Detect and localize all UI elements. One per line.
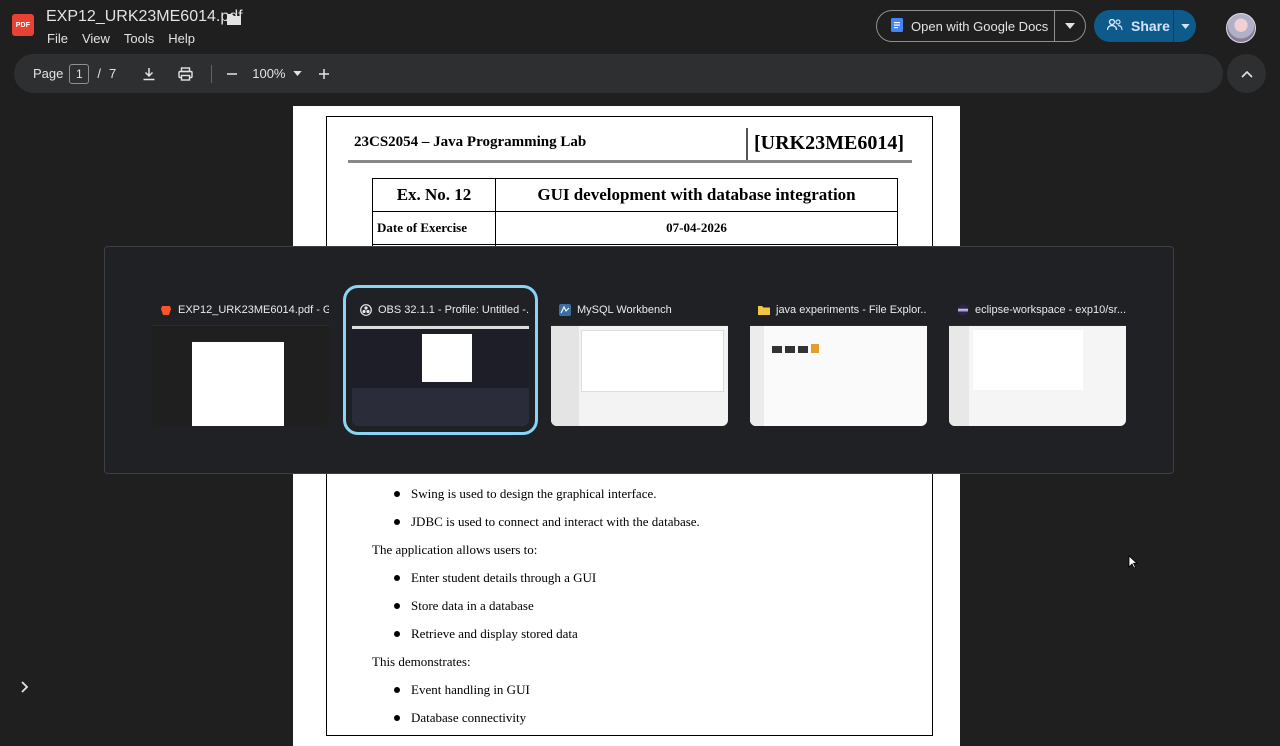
share-dropdown-button[interactable] <box>1174 23 1196 29</box>
document-title[interactable]: EXP12_URK23ME6014.pdf <box>46 8 243 26</box>
doc-line: JDBC is used to connect and interact wit… <box>411 514 700 529</box>
bullet <box>394 687 400 693</box>
open-with-google-docs-button[interactable]: Open with Google Docs <box>877 11 1055 41</box>
course-title: 23CS2054 – Java Programming Lab <box>354 134 587 150</box>
zoom-dropdown-icon[interactable] <box>293 71 303 76</box>
menu-view[interactable]: View <box>82 31 110 46</box>
window-title: MySQL Workbench <box>577 303 672 316</box>
download-icon[interactable] <box>142 67 156 81</box>
eclipse-icon <box>957 304 969 316</box>
page-total: 7 <box>109 66 117 81</box>
menu-help[interactable]: Help <box>168 31 195 46</box>
brave-browser-icon <box>160 304 172 316</box>
chevron-right-icon <box>21 681 29 693</box>
exercise-number: Ex. No. 12 <box>372 178 496 212</box>
doc-line: Event handling in GUI <box>411 682 530 697</box>
date-value: 07-04-2026 <box>495 211 898 245</box>
account-avatar[interactable] <box>1226 13 1256 43</box>
doc-line: This demonstrates: <box>372 654 471 669</box>
doc-line: Enter student details through a GUI <box>411 570 597 585</box>
window-title: java experiments - File Explor... <box>776 303 927 316</box>
collapse-toolbar-button[interactable] <box>1227 54 1266 93</box>
window-card-file-explorer[interactable]: java experiments - File Explor... <box>750 294 927 426</box>
people-icon <box>1106 18 1123 34</box>
share: Share <box>1094 10 1196 42</box>
window-title: OBS 32.1.1 - Profile: Untitled -... <box>378 303 529 316</box>
window-thumbnail <box>152 326 329 426</box>
window-card-pdf[interactable]: EXP12_URK23ME6014.pdf - G... <box>152 294 329 426</box>
side-panel-toggle[interactable] <box>20 680 30 699</box>
zoom-in-icon[interactable] <box>318 68 330 80</box>
folder-icon <box>758 304 770 316</box>
window-card-eclipse[interactable]: eclipse-workspace - exp10/sr... <box>949 294 1126 426</box>
doc-line: Retrieve and display stored data <box>411 626 578 641</box>
caret-down-icon <box>1065 23 1075 29</box>
bullet <box>394 491 400 497</box>
menu-bar: File View Tools Help <box>47 31 195 46</box>
bullet <box>394 631 400 637</box>
open-with-google-docs: Open with Google Docs <box>876 10 1086 42</box>
window-card-mysql[interactable]: MySQL Workbench <box>551 294 728 426</box>
header-divider <box>746 128 748 160</box>
open-with-label: Open with Google Docs <box>911 18 1049 34</box>
doc-line: The application allows users to: <box>372 542 538 557</box>
pdf-file-icon: PDF <box>12 14 34 36</box>
window-title: eclipse-workspace - exp10/sr... <box>975 303 1126 316</box>
chevron-up-icon <box>1240 70 1253 78</box>
doc-line: Database connectivity <box>411 710 527 725</box>
obs-icon <box>360 303 372 316</box>
register-number: [URK23ME6014] <box>754 132 904 154</box>
bullet <box>394 715 400 721</box>
doc-line: Swing is used to design the graphical in… <box>411 486 657 501</box>
zoom-level[interactable]: 100% <box>252 66 285 81</box>
caret-down-icon <box>1180 23 1190 29</box>
window-thumbnail <box>750 326 927 426</box>
window-thumbnail <box>352 326 529 426</box>
bullet <box>394 575 400 581</box>
menu-tools[interactable]: Tools <box>124 31 154 46</box>
window-thumbnail <box>949 326 1126 426</box>
google-docs-icon <box>891 17 903 35</box>
window-thumbnail <box>551 326 728 426</box>
share-button[interactable]: Share <box>1094 10 1174 42</box>
header-rule <box>348 160 912 163</box>
exercise-title: GUI development with database integratio… <box>495 178 898 212</box>
open-with-dropdown-button[interactable] <box>1055 23 1085 29</box>
pdf-toolbar: Page 1 / 7 100% <box>14 54 1223 93</box>
menu-file[interactable]: File <box>47 31 68 46</box>
date-label: Date of Exercise <box>372 211 496 245</box>
mouse-cursor-icon <box>1128 555 1139 574</box>
toolbar-divider <box>211 64 213 83</box>
page-separator: / <box>97 66 101 81</box>
window-title: EXP12_URK23ME6014.pdf - G... <box>178 303 329 316</box>
folder-icon[interactable] <box>226 12 242 31</box>
print-icon[interactable] <box>178 66 193 81</box>
share-label: Share <box>1131 18 1170 34</box>
page-label: Page <box>33 66 64 81</box>
zoom-out-icon[interactable] <box>226 68 238 80</box>
bullet <box>394 519 400 525</box>
window-card-obs[interactable]: OBS 32.1.1 - Profile: Untitled -... <box>343 285 538 435</box>
bullet <box>394 603 400 609</box>
mysql-workbench-icon <box>559 303 571 316</box>
doc-line: Store data in a database <box>411 598 534 613</box>
page-number-input[interactable]: 1 <box>69 63 90 84</box>
